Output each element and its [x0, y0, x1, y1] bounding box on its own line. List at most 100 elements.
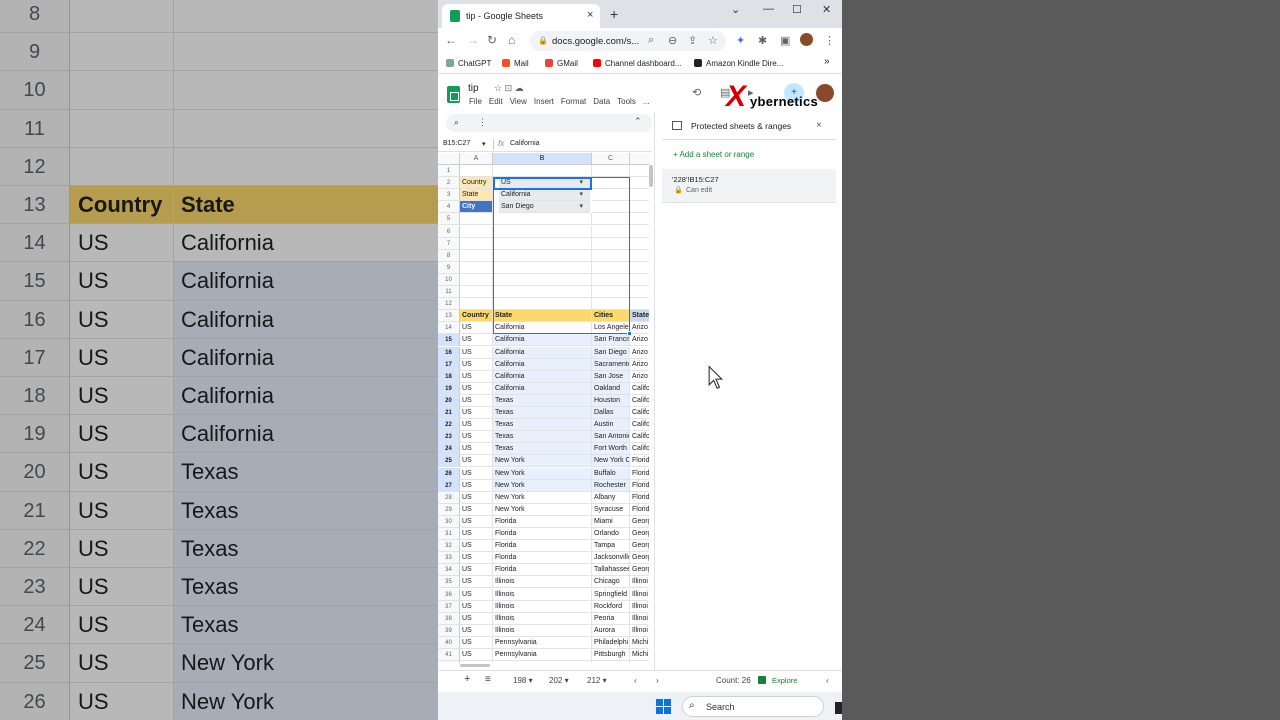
menu-item[interactable]: Edit — [489, 97, 503, 106]
row-header[interactable]: 22 — [438, 419, 460, 432]
row-header[interactable]: 16 — [438, 346, 460, 359]
table-cell[interactable]: US — [460, 661, 493, 663]
table-cell[interactable]: US — [460, 443, 493, 456]
reload-icon[interactable]: ↻ — [487, 33, 497, 47]
table-cell[interactable]: US — [460, 394, 493, 407]
row-header[interactable]: 29 — [438, 503, 460, 516]
table-cell[interactable]: Georg — [630, 540, 649, 553]
table-cell[interactable]: San Jose — [592, 370, 630, 383]
row-header[interactable]: 23 — [438, 431, 460, 444]
cell[interactable] — [592, 298, 630, 311]
table-cell[interactable]: US — [460, 600, 493, 613]
table-cell[interactable]: Tallahassee — [592, 564, 630, 577]
row-header[interactable]: 35 — [438, 576, 460, 589]
dropdown-select[interactable]: San Diego — [499, 201, 590, 214]
row-header[interactable]: 1 — [438, 165, 460, 177]
table-cell[interactable]: US — [460, 491, 493, 504]
sheets-logo-icon[interactable] — [447, 86, 460, 103]
row-header[interactable]: 7 — [438, 237, 460, 250]
explore-button[interactable]: Explore — [758, 674, 808, 688]
menu-item[interactable]: View — [510, 97, 527, 106]
menu-item[interactable]: Format — [561, 97, 586, 106]
table-cell[interactable]: Texas — [493, 407, 592, 419]
row-header[interactable]: 24 — [438, 443, 460, 456]
table-cell[interactable]: Fort Worth — [592, 443, 630, 456]
cell[interactable] — [630, 213, 649, 226]
cell[interactable] — [493, 273, 592, 286]
table-cell[interactable]: California — [493, 322, 592, 335]
cell[interactable] — [592, 273, 630, 286]
table-cell[interactable]: Florida — [493, 540, 592, 553]
scroll-tabs-right-icon[interactable]: › — [656, 676, 659, 685]
cell[interactable] — [630, 201, 649, 214]
add-sheet-button[interactable]: + — [464, 673, 470, 685]
table-cell[interactable]: California — [493, 382, 592, 395]
table-cell[interactable]: US — [460, 370, 493, 383]
cell[interactable] — [493, 249, 592, 262]
cell[interactable] — [493, 225, 592, 238]
row-header[interactable]: 31 — [438, 528, 460, 540]
bookmark-chatgpt[interactable]: ChatGPT — [446, 59, 491, 68]
scroll-tabs-left-icon[interactable]: ‹ — [634, 676, 637, 685]
bookmark-channel-dashboard[interactable]: Channel dashboard... — [593, 59, 682, 68]
share-person-icon[interactable]: + — [784, 83, 804, 103]
row-header[interactable]: 38 — [438, 612, 460, 625]
table-cell[interactable]: Rockford — [592, 600, 630, 613]
table-cell[interactable]: Buffalo — [592, 467, 630, 480]
sheet-tab-198[interactable]: 198 ▾ — [513, 676, 533, 685]
cell[interactable] — [460, 225, 493, 238]
table-cell[interactable]: US — [460, 407, 493, 419]
home-icon[interactable]: ⌂ — [508, 33, 515, 47]
row-header[interactable]: 33 — [438, 552, 460, 565]
table-cell[interactable]: California — [493, 346, 592, 359]
table-cell[interactable]: US — [460, 334, 493, 347]
cell[interactable] — [592, 165, 630, 177]
table-cell[interactable]: Illinois — [493, 624, 592, 637]
windows-start-icon[interactable] — [656, 699, 672, 715]
table-cell[interactable]: Florida — [493, 564, 592, 577]
cell[interactable] — [493, 286, 592, 298]
table-cell[interactable]: Arizo — [630, 347, 649, 359]
row-header[interactable]: 15 — [438, 334, 460, 347]
table-cell[interactable]: Florida — [493, 515, 592, 528]
table-cell[interactable]: Georg — [630, 516, 649, 528]
row-header[interactable]: 32 — [438, 540, 460, 553]
table-cell[interactable]: Austin — [592, 419, 630, 432]
table-cell[interactable]: Pennsylvania — [493, 649, 592, 661]
table-cell[interactable]: Rochester — [592, 479, 630, 492]
tab-active[interactable]: tip - Google Sheets × — [442, 4, 600, 28]
back-arrow-icon[interactable]: ← — [445, 33, 457, 47]
table-cell[interactable]: US — [460, 528, 493, 540]
protected-range-item[interactable]: '228'!B15:C27 🔒 Can edit — [662, 169, 836, 203]
cell[interactable] — [493, 165, 592, 177]
close-window-button[interactable]: ✕ — [822, 3, 831, 16]
table-cell[interactable]: Illinois — [493, 612, 592, 625]
table-cell[interactable]: US — [460, 346, 493, 359]
table-cell[interactable]: Texas — [493, 394, 592, 407]
row-header[interactable]: 30 — [438, 515, 460, 528]
table-cell[interactable]: Illinois — [493, 600, 592, 613]
extension-icon[interactable]: ✦ — [736, 34, 745, 47]
table-cell[interactable]: Albany — [592, 491, 630, 504]
all-sheets-icon[interactable]: ≡ — [485, 674, 491, 685]
table-cell[interactable]: Michi — [630, 649, 649, 661]
table-cell[interactable]: Califo — [630, 443, 649, 456]
header-cell[interactable]: State — [630, 310, 649, 323]
kebab-menu-icon[interactable]: ⋮ — [824, 34, 835, 47]
row-header[interactable]: 39 — [438, 624, 460, 637]
table-cell[interactable]: Florid — [630, 504, 649, 516]
row-header[interactable]: 18 — [438, 370, 460, 383]
table-cell[interactable]: US — [460, 588, 493, 601]
cell[interactable] — [630, 238, 649, 250]
panel-close-button[interactable]: × — [816, 120, 822, 131]
row-header[interactable]: 34 — [438, 564, 460, 577]
table-cell[interactable]: Dallas — [592, 407, 630, 419]
table-cell[interactable]: US — [460, 649, 493, 661]
table-cell[interactable]: Tampa — [592, 540, 630, 553]
bookmarks-overflow-button[interactable]: » — [824, 56, 830, 67]
table-cell[interactable]: US — [460, 552, 493, 565]
table-cell[interactable]: Georg — [630, 552, 649, 565]
menu-item[interactable]: Tools — [617, 97, 636, 106]
sheet-tab-202[interactable]: 202 ▾ — [549, 676, 569, 685]
cell[interactable] — [630, 274, 649, 286]
